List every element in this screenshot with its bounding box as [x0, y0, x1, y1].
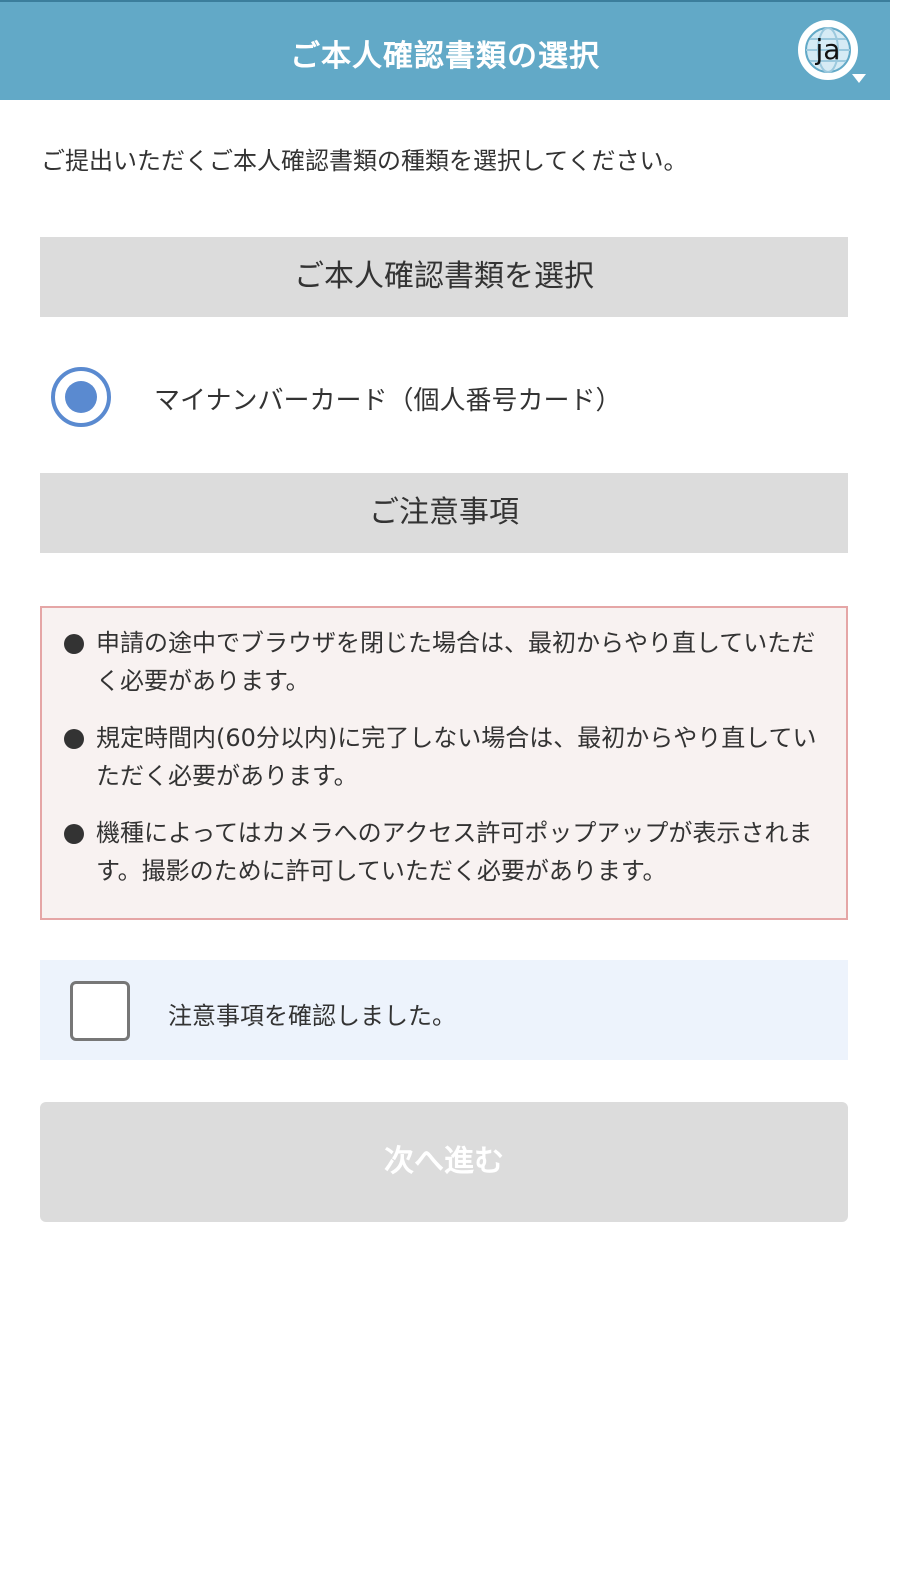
notes-section-heading: ご注意事項 [40, 473, 848, 553]
notes-box: 申請の途中でブラウザを閉じた場合は、最初からやり直していただく必要があります。 … [40, 606, 848, 920]
note-text: 規定時間内(60分以内)に完了しない場合は、最初からやり直していただく必要があり… [96, 724, 817, 790]
bullet-icon [64, 729, 84, 749]
language-selector-button[interactable]: ja [798, 20, 858, 80]
bullet-icon [64, 824, 84, 844]
app-header: ご本人確認書類の選択 [0, 0, 890, 100]
next-button[interactable]: 次へ進む [40, 1102, 848, 1222]
document-option-my-number-card[interactable]: マイナンバーカード（個人番号カード） [40, 364, 848, 430]
document-option-label: マイナンバーカード（個人番号カード） [154, 386, 622, 416]
note-text: 機種によってはカメラへのアクセス許可ポップアップが表示されます。撮影のために許可… [96, 819, 813, 885]
confirm-notes-row[interactable]: 注意事項を確認しました。 [40, 960, 848, 1060]
page-title: ご本人確認書類の選択 [290, 39, 600, 74]
confirm-label: 注意事項を確認しました。 [168, 1002, 456, 1030]
confirm-checkbox[interactable] [70, 981, 130, 1041]
bullet-icon [64, 634, 84, 654]
document-section-heading: ご本人確認書類を選択 [40, 237, 848, 317]
instruction-text: ご提出いただくご本人確認書類の種類を選択してください。 [41, 147, 688, 175]
language-label: ja [815, 33, 841, 66]
note-text: 申請の途中でブラウザを閉じた場合は、最初からやり直していただく必要があります。 [96, 629, 816, 695]
radio-selected-dot [65, 381, 97, 413]
radio-button[interactable] [51, 367, 111, 427]
caret-down-icon [852, 74, 866, 83]
